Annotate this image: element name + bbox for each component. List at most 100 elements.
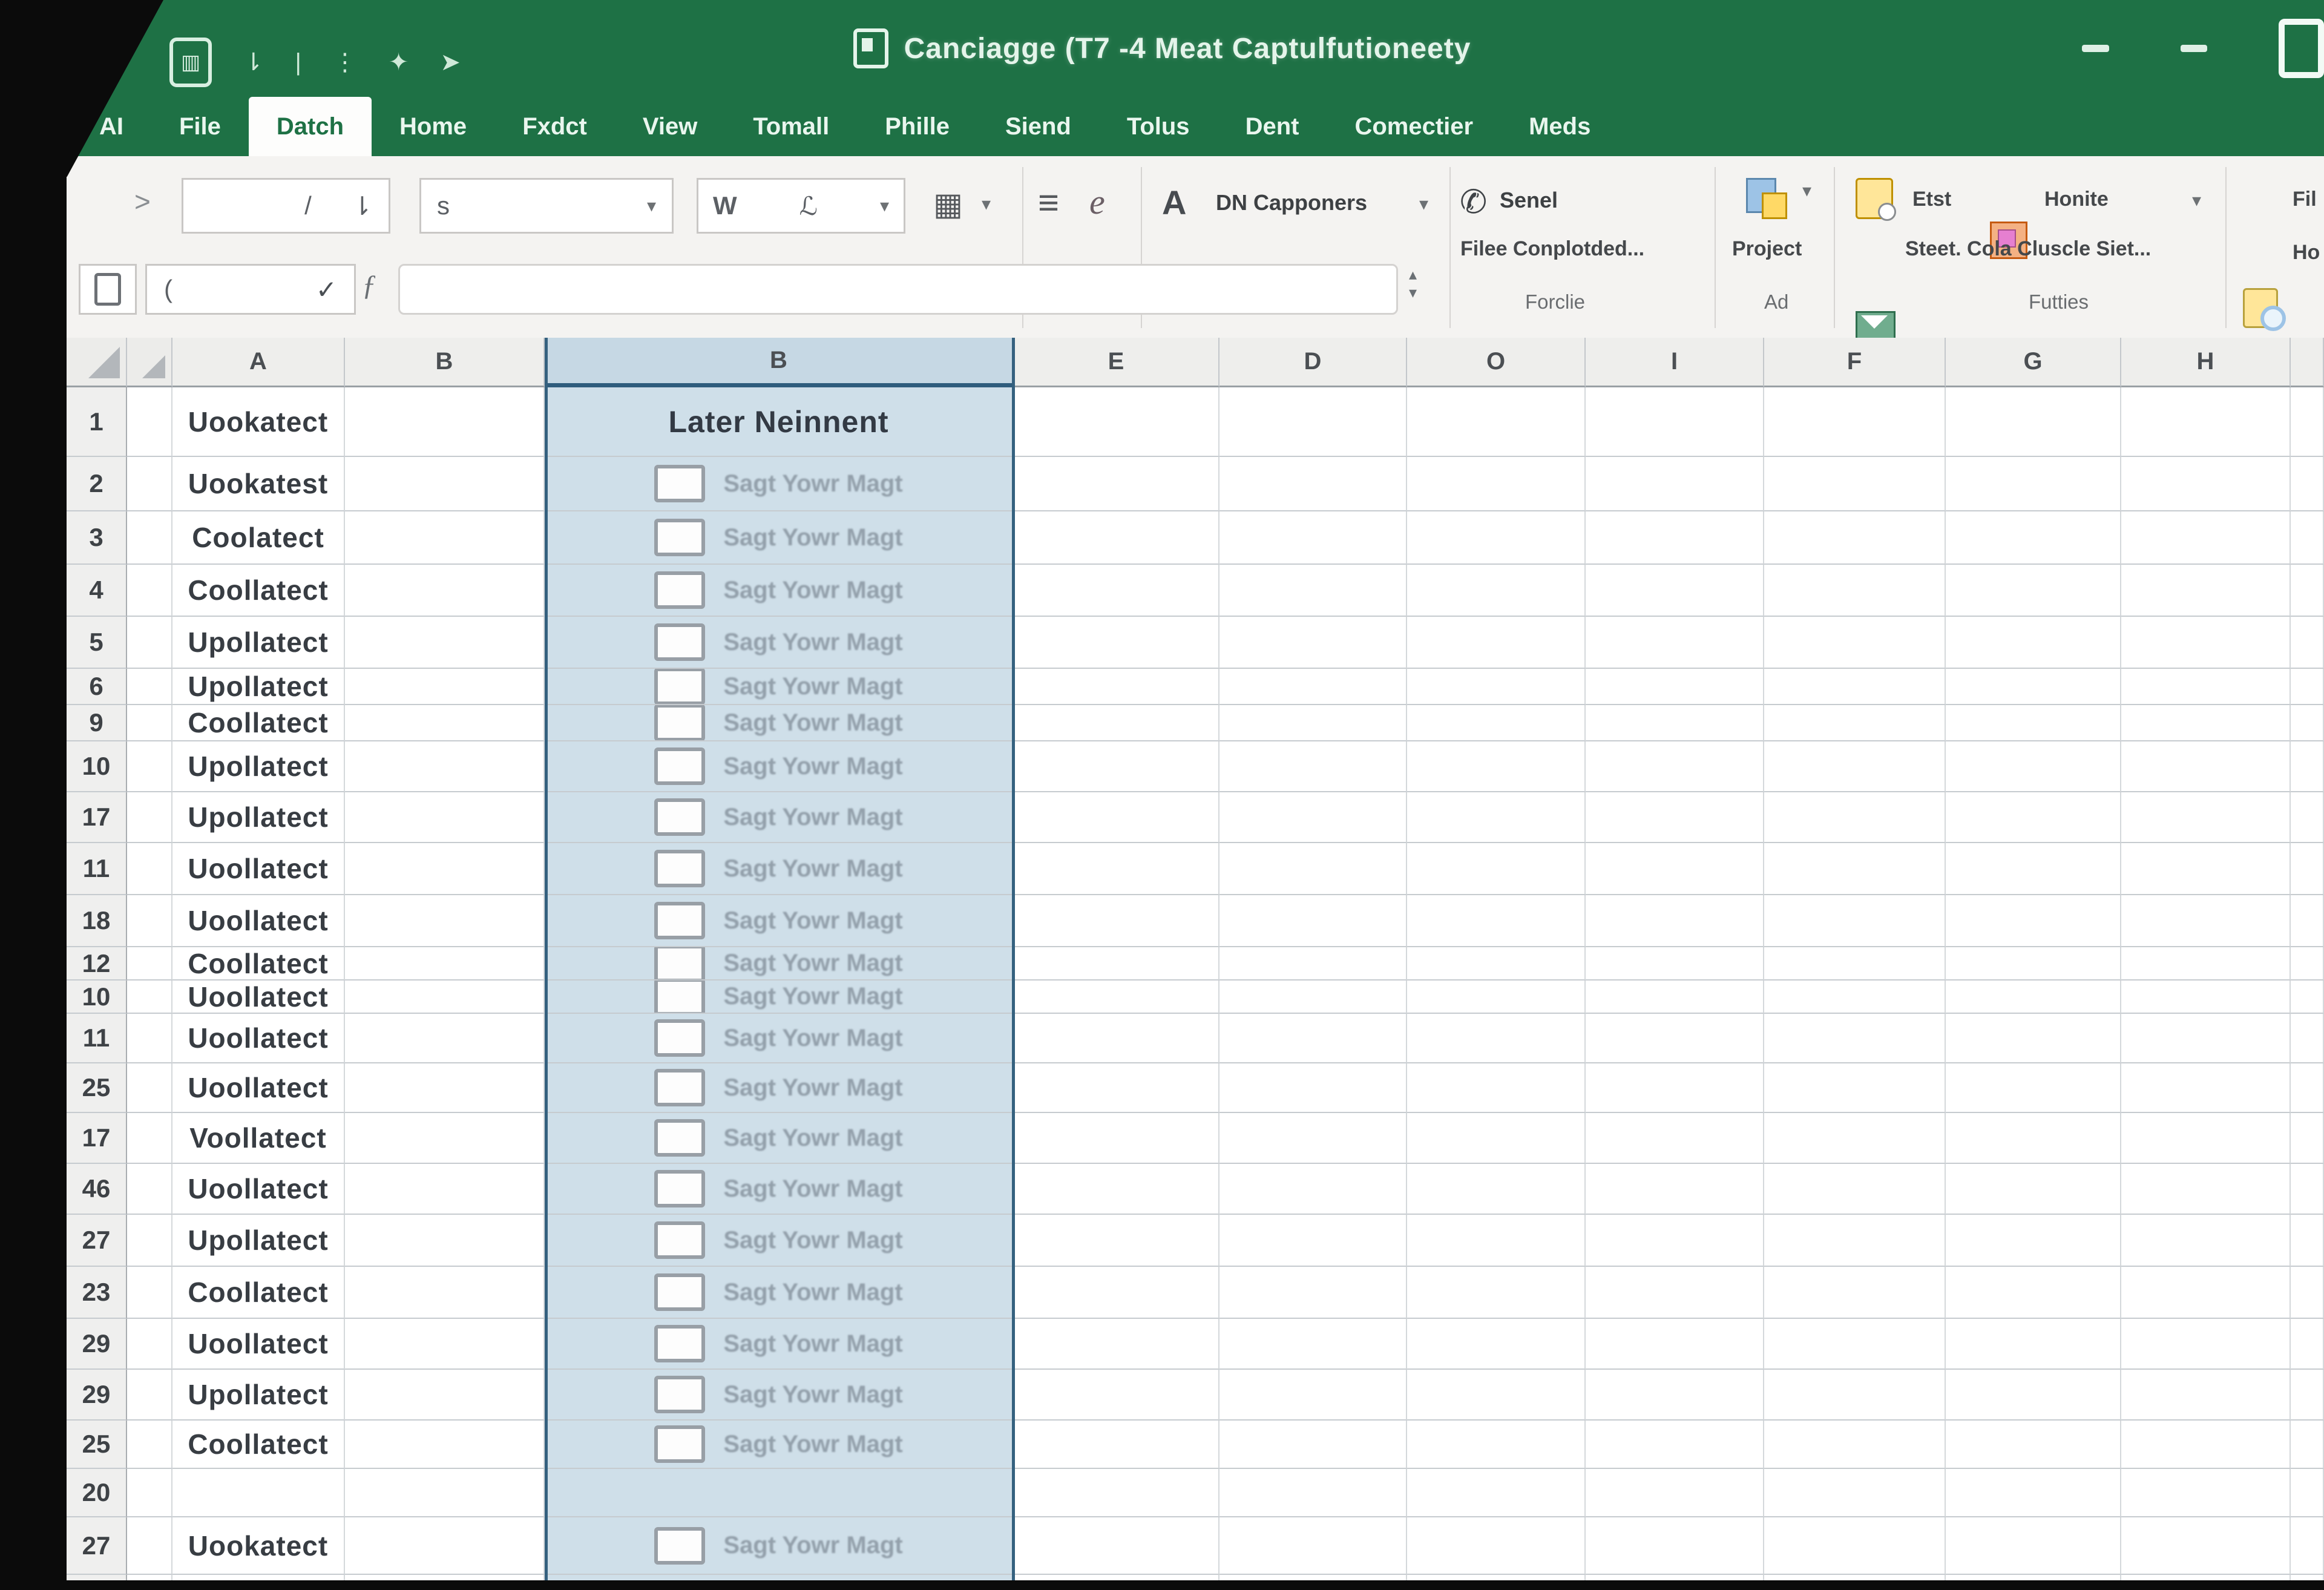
maximize-button[interactable] (2279, 19, 2324, 78)
fill-search-icon[interactable] (2243, 288, 2278, 328)
row-header-23[interactable]: 23 (67, 1267, 127, 1319)
tab-fxdct[interactable]: Fxdct (494, 97, 615, 156)
cell[interactable] (1014, 843, 1219, 895)
cell[interactable] (1407, 843, 1586, 895)
cell[interactable] (2121, 705, 2291, 741)
cell[interactable] (2121, 981, 2291, 1014)
cell[interactable] (1586, 895, 1764, 947)
cell[interactable] (2121, 1469, 2291, 1517)
cell[interactable]: Upollatect (172, 617, 345, 669)
cell[interactable] (1946, 1517, 2121, 1575)
cell[interactable] (1407, 1215, 1586, 1267)
checkbox[interactable] (654, 669, 705, 705)
checkbox[interactable] (654, 981, 705, 1014)
cell[interactable] (2121, 741, 2291, 792)
cell[interactable] (1014, 511, 1219, 565)
cell[interactable] (1764, 1319, 1946, 1370)
row-header-25[interactable]: 25 (67, 1063, 127, 1113)
cell[interactable] (2291, 1517, 2324, 1575)
cell[interactable] (1014, 1267, 1219, 1319)
checkbox[interactable] (654, 1019, 705, 1057)
column-header-B[interactable]: B (345, 338, 545, 387)
cell[interactable] (345, 981, 545, 1014)
fx-icon[interactable]: ƒ (362, 269, 376, 302)
cell[interactable] (1407, 669, 1586, 705)
cell[interactable] (1586, 1421, 1764, 1469)
cell[interactable] (345, 705, 545, 741)
cell[interactable] (1586, 457, 1764, 511)
checkbox[interactable] (654, 1170, 705, 1207)
cell[interactable]: Later Neinnent (545, 387, 1014, 457)
tab-home[interactable]: Home (372, 97, 494, 156)
cell[interactable] (2121, 1164, 2291, 1215)
column-header-G[interactable]: G (1946, 338, 2121, 387)
cell[interactable] (1946, 895, 2121, 947)
align-lines-icon[interactable]: ≡ (1038, 182, 1059, 223)
row-header-10[interactable]: 10 (67, 981, 127, 1014)
cell[interactable] (1014, 1113, 1219, 1164)
cell[interactable]: Upollatect (172, 792, 345, 843)
cell[interactable] (345, 1469, 545, 1517)
cell[interactable] (1219, 1267, 1407, 1319)
cell[interactable] (1946, 741, 2121, 792)
cell[interactable] (1764, 741, 1946, 792)
checkbox[interactable] (654, 705, 705, 741)
cell[interactable] (1014, 895, 1219, 947)
tab-file[interactable]: File (151, 97, 249, 156)
cell[interactable] (1014, 705, 1219, 741)
cell[interactable] (1219, 617, 1407, 669)
cell[interactable] (127, 511, 172, 565)
font-name-box[interactable]: / ⇂ (182, 178, 390, 234)
cell[interactable] (2121, 1517, 2291, 1575)
cell[interactable] (127, 669, 172, 705)
cell[interactable]: Uoollatect (172, 1014, 345, 1063)
cell[interactable] (2121, 1370, 2291, 1421)
cell[interactable] (1764, 843, 1946, 895)
cell[interactable] (1407, 511, 1586, 565)
cell[interactable] (1946, 1063, 2121, 1113)
senel-button[interactable]: Senel (1500, 188, 1558, 213)
cell[interactable] (2291, 1113, 2324, 1164)
cell[interactable] (1014, 1517, 1219, 1575)
cell[interactable]: Sagt Yowr Magt (545, 1319, 1014, 1370)
cell[interactable] (1764, 1113, 1946, 1164)
cell[interactable] (2121, 1267, 2291, 1319)
cell[interactable]: Coolatect (172, 511, 345, 565)
cell[interactable] (1764, 457, 1946, 511)
cell[interactable] (1407, 1517, 1586, 1575)
cell[interactable]: Coollatect (172, 1267, 345, 1319)
cell[interactable] (1586, 1469, 1764, 1517)
cell[interactable] (1764, 792, 1946, 843)
cell[interactable] (345, 741, 545, 792)
cell[interactable] (1946, 1319, 2121, 1370)
cell[interactable] (345, 1319, 545, 1370)
cell[interactable] (127, 981, 172, 1014)
cell[interactable] (1946, 565, 2121, 617)
cell[interactable] (1014, 1063, 1219, 1113)
cell[interactable] (1764, 1421, 1946, 1469)
cell[interactable]: Sagt Yowr Magt (545, 895, 1014, 947)
cell[interactable] (1586, 947, 1764, 981)
row-header-17[interactable]: 17 (67, 1113, 127, 1164)
checkbox[interactable] (654, 902, 705, 939)
cell[interactable] (2291, 1469, 2324, 1517)
cell[interactable] (127, 1517, 172, 1575)
cell[interactable]: Sagt Yowr Magt (545, 1113, 1014, 1164)
row-header-10[interactable]: 10 (67, 741, 127, 792)
cell[interactable] (1219, 1164, 1407, 1215)
cell[interactable] (345, 511, 545, 565)
cell[interactable] (1586, 843, 1764, 895)
cell[interactable] (1764, 1164, 1946, 1215)
tab-datch[interactable]: Datch (249, 97, 372, 156)
cell[interactable] (2291, 565, 2324, 617)
cell[interactable] (127, 617, 172, 669)
cell[interactable]: Sagt Yowr Magt (545, 511, 1014, 565)
cell[interactable] (127, 741, 172, 792)
cell[interactable] (1764, 1517, 1946, 1575)
cell[interactable] (1407, 387, 1586, 457)
cell[interactable] (1219, 1014, 1407, 1063)
cell[interactable]: Sagt Yowr Magt (545, 1063, 1014, 1113)
cell[interactable] (1219, 457, 1407, 511)
row-header-18[interactable]: 18 (67, 895, 127, 947)
tab-dent[interactable]: Dent (1218, 97, 1327, 156)
